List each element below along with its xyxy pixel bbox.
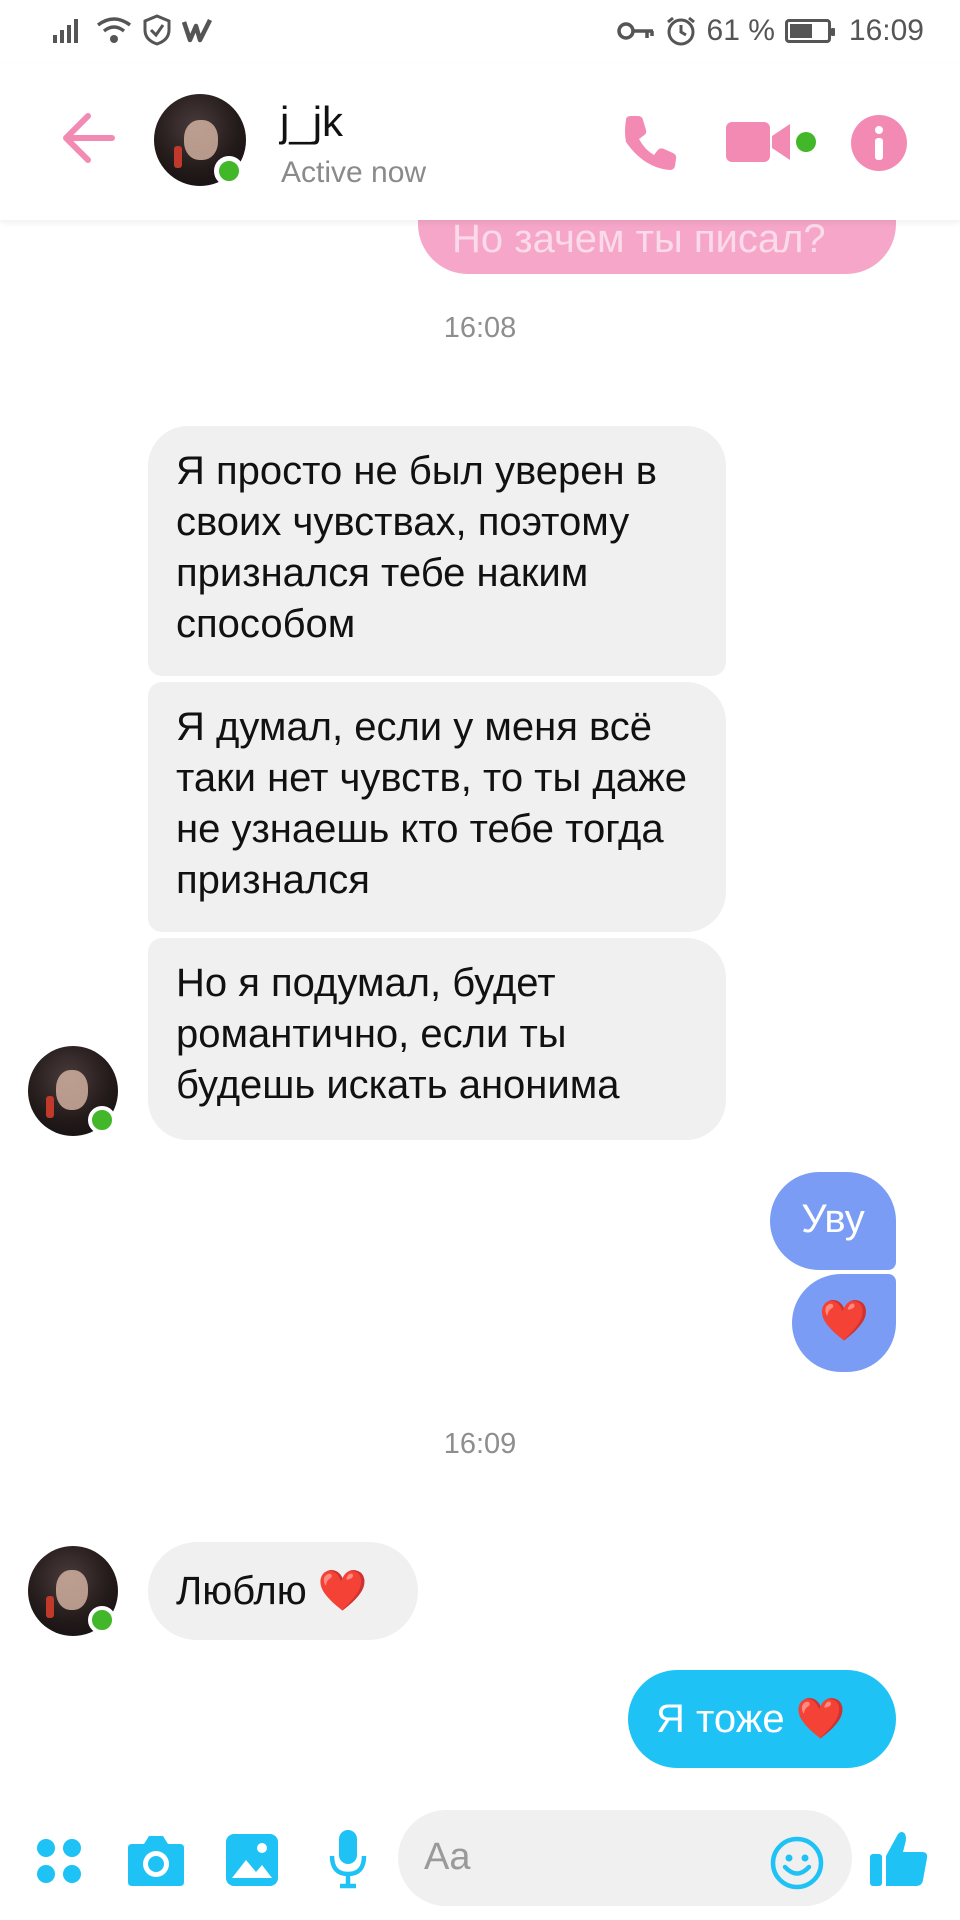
message-text: Но зачем ты писал? bbox=[452, 220, 826, 261]
signal-icon bbox=[53, 19, 78, 43]
outgoing-heart-message[interactable]: ❤️ bbox=[792, 1274, 896, 1372]
heart-emoji: ❤️ bbox=[819, 1299, 869, 1343]
contact-status: Active now bbox=[281, 156, 427, 189]
timestamp: 16:08 bbox=[443, 312, 517, 344]
incoming-message[interactable]: Я просто не был уверен в своих чувствах,… bbox=[148, 426, 726, 676]
contact-name[interactable]: j_jk bbox=[280, 98, 343, 146]
message-composer: Aa bbox=[0, 1802, 960, 1920]
status-icons-left bbox=[52, 14, 214, 46]
message-text: Но я подумал, будет романтично, если ты … bbox=[176, 961, 620, 1107]
message-text: Уву bbox=[801, 1197, 865, 1241]
message-text: Я думал, если у меня всё таки нет чувств… bbox=[176, 705, 687, 902]
phone-call-icon[interactable] bbox=[618, 112, 680, 174]
message-text: Я тоже ❤️ bbox=[656, 1697, 846, 1741]
wifi-icon bbox=[96, 17, 132, 43]
apps-grid-icon[interactable] bbox=[36, 1838, 82, 1884]
info-icon[interactable] bbox=[850, 114, 908, 172]
status-icons-right: 61 % 16:09 bbox=[616, 14, 924, 48]
incoming-message[interactable]: Но я подумал, будет романтично, если ты … bbox=[148, 938, 726, 1140]
online-indicator bbox=[214, 156, 244, 186]
timestamp: 16:09 bbox=[443, 1428, 517, 1460]
outgoing-message[interactable]: Уву bbox=[770, 1172, 896, 1270]
clock: 16:09 bbox=[848, 14, 924, 47]
battery-level bbox=[789, 24, 812, 38]
wattpad-icon bbox=[182, 18, 213, 43]
outgoing-message[interactable]: Я тоже ❤️ bbox=[628, 1670, 896, 1768]
camera-icon[interactable] bbox=[126, 1832, 186, 1888]
message-text: Люблю ❤️ bbox=[176, 1569, 368, 1613]
message-input-placeholder: Aa bbox=[424, 1836, 471, 1878]
chat-header: j_jk Active now bbox=[0, 64, 960, 220]
message-list[interactable]: Но зачем ты писал? 16:08 Я просто не был… bbox=[0, 220, 960, 1802]
outgoing-message-partial[interactable]: Но зачем ты писал? bbox=[418, 220, 896, 274]
gallery-icon[interactable] bbox=[224, 1832, 280, 1888]
battery-percent: 61 % bbox=[706, 14, 775, 47]
emoji-icon[interactable] bbox=[770, 1836, 824, 1890]
message-text: Я просто не был уверен в своих чувствах,… bbox=[176, 449, 657, 646]
battery-icon bbox=[784, 19, 835, 43]
status-bar: 61 % 16:09 bbox=[0, 0, 960, 64]
microphone-icon[interactable] bbox=[328, 1828, 368, 1890]
shield-icon bbox=[143, 14, 171, 46]
alarm-icon bbox=[666, 16, 695, 46]
thumbs-up-icon[interactable] bbox=[868, 1828, 930, 1890]
video-online-dot bbox=[796, 132, 816, 152]
incoming-message[interactable]: Люблю ❤️ bbox=[148, 1542, 418, 1640]
video-call-icon[interactable] bbox=[724, 118, 796, 166]
back-arrow-icon[interactable] bbox=[58, 108, 118, 168]
key-icon bbox=[616, 22, 654, 40]
incoming-message[interactable]: Я думал, если у меня всё таки нет чувств… bbox=[148, 682, 726, 932]
online-indicator bbox=[88, 1106, 116, 1134]
online-indicator bbox=[88, 1606, 116, 1634]
